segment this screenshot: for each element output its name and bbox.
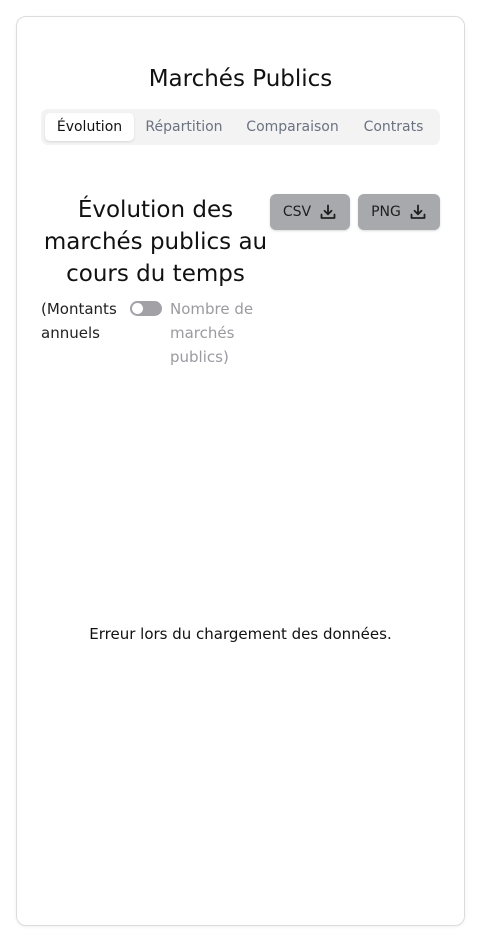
metric-toggle-switch[interactable]	[130, 301, 162, 316]
csv-button-label: CSV	[282, 204, 312, 220]
download-icon	[410, 204, 426, 219]
page-title: Marchés Publics	[148, 66, 333, 92]
export-png-button[interactable]: PNG	[358, 194, 440, 230]
error-message: Erreur lors du chargement des données.	[89, 625, 392, 643]
chart-title: Évolution des marchés publics au cours d…	[43, 197, 268, 287]
main-card	[16, 16, 465, 926]
export-csv-button[interactable]: CSV	[270, 194, 350, 230]
tab-evolution[interactable]: Évolution	[45, 113, 134, 141]
tab-bar: Évolution Répartition Comparaison Contra…	[41, 109, 440, 145]
tab-repartition[interactable]: Répartition	[134, 113, 234, 141]
tab-comparaison[interactable]: Comparaison	[234, 113, 351, 141]
png-button-label: PNG	[371, 204, 401, 220]
toggle-label-right: Nombre de marchés publics)	[170, 300, 254, 366]
tab-contrats[interactable]: Contrats	[351, 113, 436, 141]
toggle-label-left: (Montants annuels	[41, 300, 117, 342]
toggle-knob	[132, 303, 143, 314]
download-icon	[320, 204, 336, 219]
